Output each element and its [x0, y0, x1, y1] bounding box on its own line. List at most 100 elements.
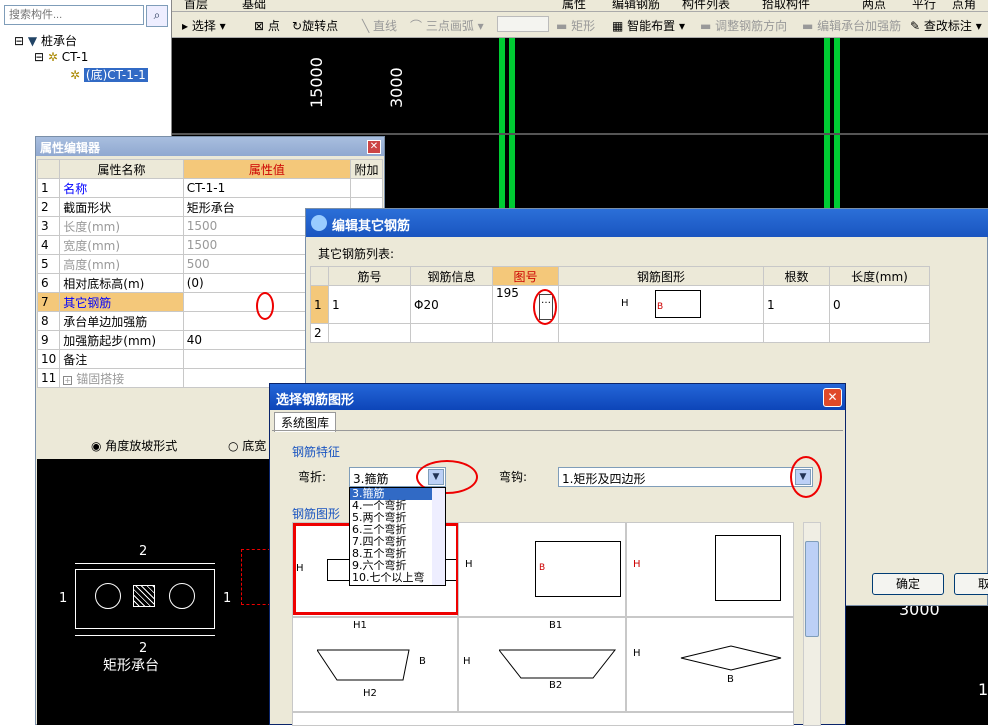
select-button[interactable]: ▸ 选择 ▾ [182, 17, 226, 34]
shape-cell-5[interactable]: B1 H B2 [458, 617, 626, 712]
property-editor-title: 属性编辑器 [36, 137, 384, 156]
other-rebar-list-label: 其它钢筋列表: [318, 247, 395, 261]
ok-button[interactable]: 确定 [872, 573, 944, 595]
shape-cell-2[interactable]: H B [458, 522, 626, 617]
select-rebar-shape-dialog: 选择钢筋图形 ✕ 系统图库 钢筋特征 弯折: 3.箍筋 ▼ 弯钩: 1.矩形及四边… [269, 383, 846, 726]
row-number: 8 [36, 311, 61, 331]
row-number: 4 [36, 235, 61, 255]
component-list-button[interactable]: 构件列表 [682, 0, 730, 11]
col-shape: 钢筋图形 [558, 266, 764, 286]
two-point-button[interactable]: 两点 [862, 0, 886, 11]
search-input[interactable] [4, 5, 144, 25]
adjust-direction-button[interactable]: ▬ 调整钢筋方向 [700, 17, 787, 34]
bend-dropdown-list[interactable]: 3.箍筋 4.一个弯折 5.两个弯折 6.三个弯折 7.四个弯折 8.五个弯折 9.六个弯折… [349, 487, 446, 586]
row-number: 7 [36, 292, 61, 312]
cell-count[interactable]: 1 [763, 285, 830, 324]
edit-rebar-button[interactable]: 编辑钢筋 [612, 0, 660, 11]
row-number: 1 [36, 178, 61, 198]
category-combo[interactable]: 基础 [242, 0, 266, 11]
edit-reinforce-button[interactable]: ▬ 编辑承台加强筋 [802, 17, 901, 34]
top-toolbar: 首层 基础 属性 编辑钢筋 构件列表 拾取构件 两点 平行 点角 [172, 0, 988, 12]
prop-name: 宽度(mm) [59, 235, 184, 255]
shape-cell-4[interactable]: H1 B H2 [292, 617, 458, 712]
axis-line [172, 133, 988, 135]
header-extra: 附加 [350, 159, 383, 179]
cell-shape: H B [558, 285, 764, 324]
bend-label: 弯折: [298, 470, 327, 484]
col-info: 钢筋信息 [410, 266, 493, 286]
dim-3000: 3000 [387, 67, 406, 108]
red-circle-highlight-2 [533, 289, 557, 325]
property-row[interactable]: 1 名称 CT-1-1 [36, 178, 383, 198]
smart-layout-button[interactable]: ▦ 智能布置 ▾ [612, 17, 685, 34]
cell-number[interactable]: 1 [328, 285, 411, 324]
dim-1: 1 [978, 680, 988, 699]
prop-value[interactable]: CT-1-1 [182, 178, 352, 198]
header-value: 属性值 [182, 159, 352, 179]
property-button[interactable]: 属性 [562, 0, 586, 11]
draw-toolbar: ▸ 选择 ▾ ⊠ 点 ↻旋转点 ╲ 直线 ⌒ 三点画弧 ▾ ▬ 矩形 ▦ 智能布… [172, 12, 988, 38]
prop-extra[interactable] [350, 178, 383, 198]
tab-system-library[interactable]: 系统图库 [274, 412, 337, 432]
shapes-label: 钢筋图形 [292, 507, 341, 521]
red-circle-hook [790, 456, 822, 498]
prop-name: + 锚固搭接 [59, 368, 184, 388]
point-button[interactable]: ⊠ 点 [254, 17, 280, 34]
col-number: 筋号 [328, 266, 411, 286]
label-2-bottom: 2 [139, 641, 148, 656]
cancel-button[interactable]: 取消 [954, 573, 988, 595]
floor-combo[interactable]: 首层 [184, 0, 208, 11]
rect-button[interactable]: ▬ 矩形 [556, 17, 595, 34]
column-hatch [133, 585, 155, 607]
row-number: 5 [36, 254, 61, 274]
pile-left [95, 583, 121, 609]
other-rebar-title: 编辑其它钢筋 [306, 209, 988, 237]
pick-component-button[interactable]: 拾取构件 [762, 0, 810, 11]
prop-name: 名称 [59, 178, 184, 198]
close-icon[interactable]: ✕ [823, 388, 842, 407]
tree-root[interactable]: ⊟ ▼ 桩承台 [14, 32, 77, 49]
row-number: 3 [36, 216, 61, 236]
shape-cell-3[interactable]: H [626, 522, 794, 617]
group-label: 钢筋特征 [292, 445, 341, 459]
shape-label: 矩形承台 [103, 658, 159, 674]
dropdown-scrollbar[interactable] [432, 488, 445, 585]
point-angle-button[interactable]: 点角 [952, 0, 976, 11]
row-number: 6 [36, 273, 61, 293]
tree-leaf[interactable]: ✲ (底)CT-1-1 [70, 66, 148, 83]
cell-length[interactable]: 0 [829, 285, 930, 324]
prop-name: 相对底标高(m) [59, 273, 184, 293]
prop-name: 截面形状 [59, 197, 184, 217]
blank-combo[interactable] [497, 16, 549, 32]
bend-option[interactable]: 10.七个以上弯 [350, 572, 445, 584]
row-number: 2 [36, 197, 61, 217]
dim-15000: 15000 [307, 57, 326, 108]
line-button[interactable]: ╲ 直线 [362, 17, 397, 34]
other-rebar-table: 筋号 钢筋信息 图号 钢筋图形 根数 长度(mm) 1 1 Φ20 195 … … [310, 266, 930, 343]
radio-bottom-width[interactable]: ○ 底宽 [228, 437, 266, 454]
arc-button[interactable]: ⌒ 三点画弧 ▾ [410, 17, 484, 34]
row-number: 10 [36, 349, 61, 369]
prop-name: 长度(mm) [59, 216, 184, 236]
section-preview [241, 549, 271, 605]
label-1-left: 1 [59, 591, 68, 606]
search-icon[interactable]: ⌕ [146, 5, 168, 27]
pile-right [169, 583, 195, 609]
parallel-button[interactable]: 平行 [912, 0, 936, 11]
red-circle-highlight [256, 292, 274, 320]
rotate-point-button[interactable]: ↻旋转点 [292, 17, 338, 34]
prop-name: 其它钢筋 [59, 292, 184, 312]
scrollbar[interactable] [803, 522, 821, 726]
prop-name: 高度(mm) [59, 254, 184, 274]
row-index: 1 [310, 285, 329, 324]
radio-angle[interactable]: ◉ 角度放坡形式 [91, 437, 177, 454]
select-shape-title: 选择钢筋图形 [270, 384, 845, 410]
shape-cell-6[interactable]: H B [626, 617, 794, 712]
col-length: 长度(mm) [829, 266, 930, 286]
tree-child[interactable]: ⊟ ✲ CT-1 [34, 50, 88, 64]
hook-combo[interactable]: 1.矩形及四边形 ▼ [558, 467, 813, 487]
cell-info[interactable]: Φ20 [410, 285, 493, 324]
close-icon[interactable]: ✕ [367, 140, 381, 154]
cell-figure[interactable]: 195 … [492, 285, 559, 325]
check-label-button[interactable]: ✎ 查改标注 ▾ [910, 17, 982, 34]
